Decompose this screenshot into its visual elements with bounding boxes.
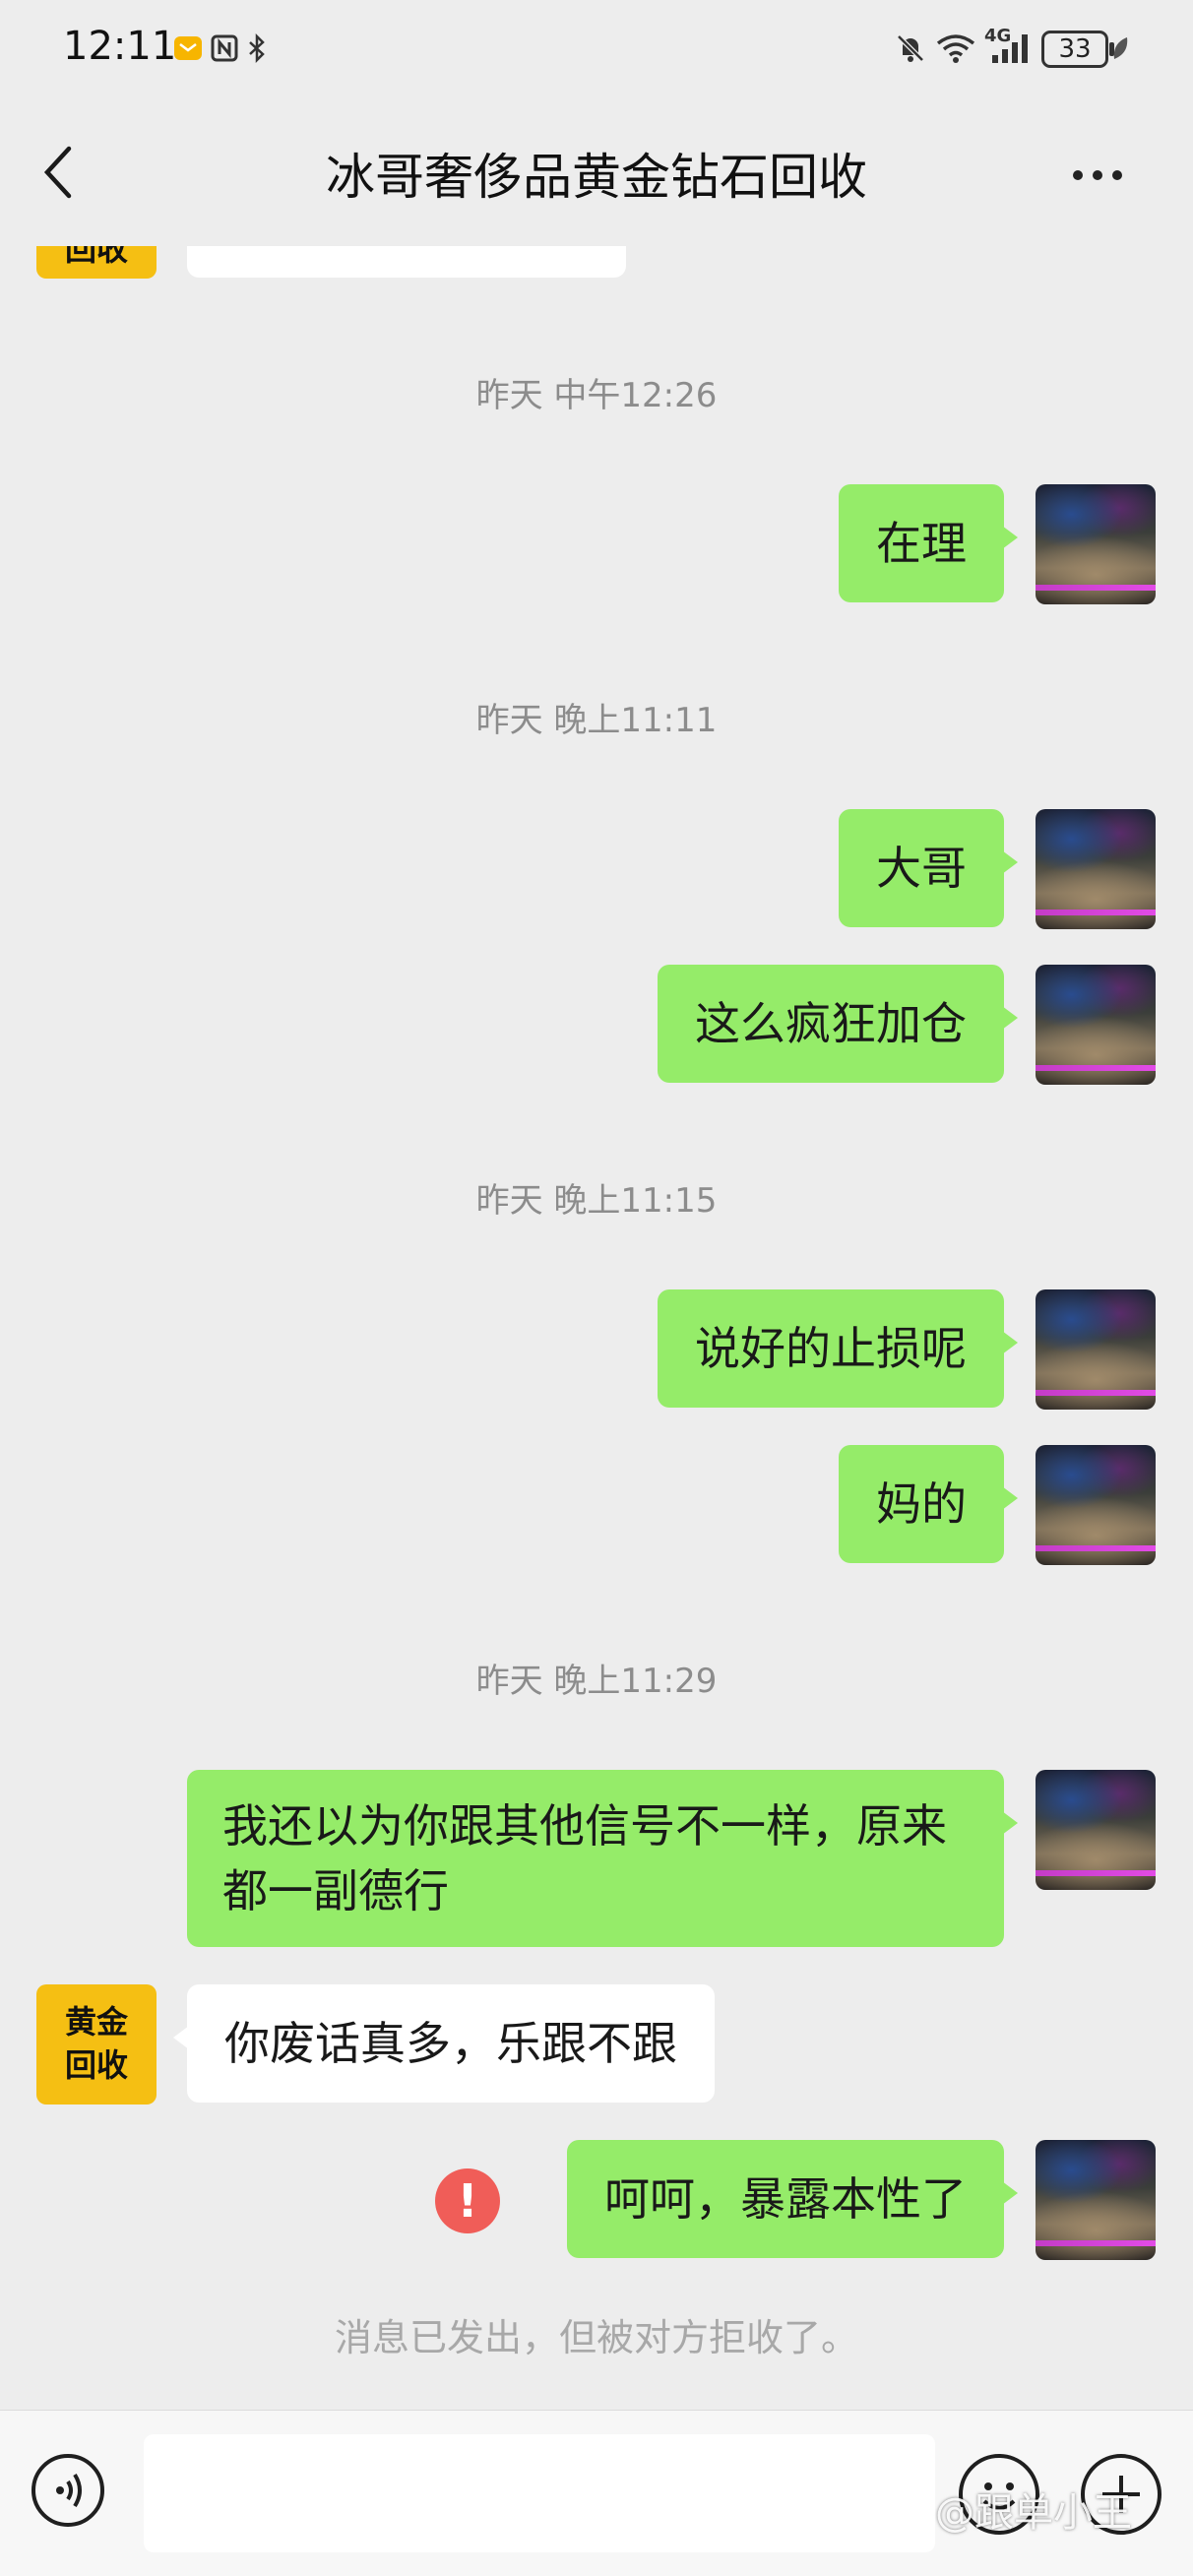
mute-icon [897, 34, 924, 62]
nfc-icon [211, 34, 238, 62]
my-message-bubble[interactable]: 我还以为你跟其他信号不一样，原来都一副德行 [187, 1770, 1018, 1947]
contact-message-bubble[interactable]: 你废话真多，乐跟不跟 [173, 1984, 715, 2103]
my-avatar[interactable] [1036, 1289, 1156, 1410]
mail-notification-icon [174, 36, 202, 60]
status-bar: 12:11 4G 33 [0, 0, 1193, 98]
voice-icon [56, 2473, 82, 2508]
chat-header: 冰哥奢侈品黄金钻石回收 [0, 98, 1193, 246]
message-input[interactable] [144, 2434, 935, 2552]
more-options-button[interactable] [1073, 165, 1132, 183]
rejected-notice: 消息已发出，但被对方拒收了。 [334, 2316, 858, 2359]
watermark: @跟单小王 [935, 2490, 1132, 2536]
voice-input-button[interactable] [31, 2454, 104, 2527]
timestamp: 昨天 晚上11:29 [475, 1662, 718, 1701]
timestamp: 昨天 晚上11:15 [475, 1181, 718, 1221]
send-failed-icon[interactable]: ! [435, 2168, 500, 2233]
my-message-bubble[interactable]: 妈的 [839, 1445, 1018, 1563]
my-message-bubble[interactable]: 说好的止损呢 [658, 1289, 1018, 1408]
my-avatar[interactable] [1036, 2140, 1156, 2260]
my-message-bubble[interactable]: 呵呵，暴露本性了 [567, 2140, 1018, 2258]
contact-avatar-partial[interactable]: 回收 [36, 246, 157, 279]
status-time: 12:11 [63, 24, 177, 69]
bluetooth-icon [249, 32, 265, 64]
timestamp: 昨天 中午12:26 [475, 376, 718, 415]
signal-icon [992, 34, 1028, 63]
wifi-icon [936, 34, 975, 63]
chat-title: 冰哥奢侈品黄金钻石回收 [326, 149, 867, 206]
contact-avatar-text-line2: 回收 [64, 2046, 128, 2084]
my-avatar[interactable] [1036, 1770, 1156, 1890]
battery-indicator: 33 [1041, 31, 1114, 68]
my-avatar[interactable] [1036, 809, 1156, 929]
contact-avatar-partial-text: 回收 [64, 246, 128, 268]
timestamp: 昨天 晚上11:11 [475, 701, 718, 740]
my-avatar[interactable] [1036, 484, 1156, 604]
contact-avatar-text-line1: 黄金 [64, 2003, 128, 2041]
my-message-bubble[interactable]: 在理 [839, 484, 1018, 602]
contact-avatar[interactable]: 黄金 回收 [36, 1984, 157, 2105]
leaf-icon [1113, 37, 1128, 59]
my-avatar[interactable] [1036, 965, 1156, 1085]
my-message-bubble[interactable]: 大哥 [839, 809, 1018, 927]
my-avatar[interactable] [1036, 1445, 1156, 1565]
message-bubble-partial[interactable] [187, 246, 626, 278]
my-message-bubble[interactable]: 这么疯狂加仓 [658, 965, 1018, 1083]
